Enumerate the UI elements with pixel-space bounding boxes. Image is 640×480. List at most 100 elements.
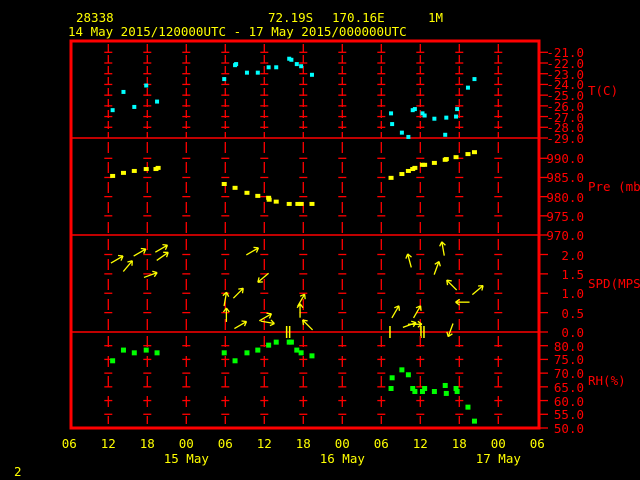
- pressure-point: [471, 150, 477, 155]
- wind-arrow: [446, 323, 454, 338]
- humidity-point: [388, 385, 394, 391]
- humidity-point: [110, 358, 116, 364]
- pressure-point: [453, 155, 459, 160]
- wind-arrow: [257, 272, 269, 283]
- y-tick-label: 985.0: [546, 170, 584, 186]
- pressure-point: [405, 168, 411, 173]
- temperature-point: [309, 72, 314, 77]
- temperature-point: [454, 114, 459, 119]
- wind-arrow: [222, 307, 230, 322]
- humidity-point: [273, 339, 279, 345]
- panel-label-humidity: RH(%): [588, 373, 626, 388]
- wind-arrow: [122, 260, 133, 272]
- pressure-point: [232, 185, 238, 190]
- x-tick-label: 12: [256, 436, 272, 451]
- x-tick-label: 06: [529, 436, 545, 451]
- x-tick-label: 00: [334, 436, 350, 451]
- humidity-point: [154, 350, 160, 356]
- humidity-point: [405, 372, 411, 378]
- humidity-point: [422, 385, 428, 391]
- humidity-point: [471, 418, 477, 424]
- temperature-point: [132, 104, 137, 109]
- x-tick-label: 00: [490, 436, 506, 451]
- pressure-point: [412, 165, 418, 170]
- temperature-point: [444, 115, 449, 120]
- temperature-point: [155, 99, 160, 104]
- temperature-point: [266, 65, 271, 70]
- y-tick-label: 75.0: [553, 352, 584, 368]
- x-date-label: 16 May: [319, 451, 365, 466]
- humidity-point: [255, 347, 261, 353]
- y-tick-label: 2.0: [561, 247, 584, 263]
- humidity-point: [389, 375, 395, 381]
- panel-label-pressure: Pre (mb): [588, 179, 640, 194]
- x-date-label: 17 May: [475, 451, 521, 466]
- temperature-point: [255, 70, 260, 75]
- x-tick-label: 06: [373, 436, 389, 451]
- humidity-point: [143, 347, 149, 353]
- pressure-point: [298, 201, 304, 206]
- wind-arrow: [433, 260, 441, 275]
- wind-arrow: [439, 241, 446, 256]
- humidity-point: [412, 389, 418, 395]
- temperature-point: [274, 65, 279, 70]
- panel-label-temperature: T(C): [588, 83, 619, 98]
- x-tick-label: 00: [178, 436, 194, 451]
- wind-arrow: [391, 305, 401, 319]
- humidity-point: [442, 382, 448, 388]
- panel-label-wind: SPD(MPS): [588, 276, 640, 291]
- temperature-point: [294, 62, 299, 67]
- temperature-point: [234, 62, 239, 67]
- y-tick-label: 70.0: [553, 366, 584, 382]
- humidity-point: [443, 390, 449, 396]
- pressure-point: [309, 201, 315, 206]
- humidity-point: [266, 342, 272, 348]
- y-tick-label: 0.5: [561, 305, 584, 321]
- wind-arrow: [245, 246, 260, 256]
- temperature-point: [455, 107, 460, 112]
- y-tick-label: 80.0: [553, 338, 584, 354]
- humidity-point: [131, 350, 137, 356]
- temperature-point: [406, 134, 411, 139]
- temperature-point: [443, 132, 448, 137]
- pressure-point: [388, 175, 394, 180]
- temperature-point: [299, 64, 304, 69]
- humidity-point: [399, 367, 405, 373]
- wind-arrow: [154, 244, 169, 253]
- pressure-point: [143, 167, 149, 172]
- humidity-point: [244, 350, 250, 356]
- humidity-point: [232, 358, 238, 364]
- humidity-point: [465, 404, 471, 410]
- y-tick-label: -29.0: [546, 131, 584, 146]
- y-tick-label: 50.0: [553, 421, 584, 436]
- pressure-point: [422, 162, 428, 167]
- pressure-point: [155, 165, 161, 170]
- wind-arrow: [471, 285, 484, 296]
- y-tick-label: 990.0: [546, 151, 584, 167]
- x-tick-label: 18: [295, 436, 311, 451]
- humidity-point: [431, 389, 437, 395]
- temperature-point: [121, 89, 126, 94]
- y-tick-label: 0.0: [561, 325, 584, 340]
- pressure-point: [273, 199, 279, 204]
- wind-arrow: [446, 279, 458, 291]
- wind-arrow: [405, 253, 412, 268]
- pressure-point: [131, 168, 137, 173]
- wind-arrow: [302, 319, 314, 331]
- pressure-point: [244, 190, 250, 195]
- pressure-point: [431, 160, 437, 165]
- temperature-point: [465, 85, 470, 90]
- temperature-point: [399, 130, 404, 135]
- y-tick-label: 65.0: [553, 379, 584, 395]
- pressure-point: [110, 173, 116, 178]
- temperature-point: [412, 107, 417, 112]
- pressure-point: [443, 157, 449, 162]
- pressure-point: [120, 170, 126, 175]
- y-tick-label: 1.0: [561, 286, 584, 302]
- temperature-point: [389, 111, 394, 116]
- wind-arrow: [296, 303, 304, 318]
- pressure-point: [286, 201, 292, 206]
- temperature-point: [422, 113, 427, 118]
- temperature-point: [222, 77, 227, 82]
- x-tick-label: 12: [412, 436, 428, 451]
